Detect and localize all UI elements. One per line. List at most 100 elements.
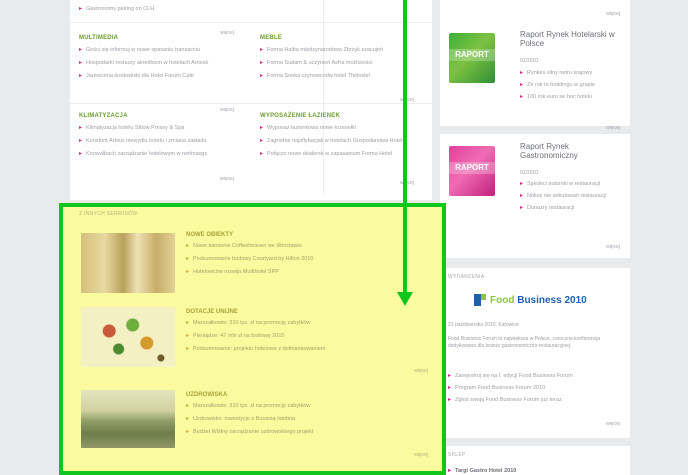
- article-links: ▸ Nowe kamienie Coffeeheaven we Wrocławiu…: [186, 237, 426, 276]
- bullet-icon: ▸: [520, 181, 524, 187]
- article-thumbnail-image[interactable]: [81, 307, 175, 367]
- report-cover-image[interactable]: RAPORT: [449, 146, 495, 196]
- more-link[interactable]: więcej: [606, 125, 620, 131]
- list-item[interactable]: ▸ Forma Halba międzynarodowa Zbrzyk szacu…: [260, 47, 425, 54]
- bullet-icon: ▸: [79, 6, 83, 12]
- bullet-icon: ▸: [79, 60, 83, 66]
- more-link[interactable]: więcej: [220, 30, 234, 36]
- article-links: ▸ Marszałkowie: 310 tys. zł na promocję z…: [186, 314, 426, 353]
- bullet-icon: ▸: [186, 256, 190, 262]
- section-header: WYDARZENIA: [448, 274, 485, 280]
- list-item[interactable]: ▸ Hotelowców rozwija Multihotel SPP: [186, 269, 426, 276]
- category-title[interactable]: MEBLE: [260, 35, 425, 41]
- list-item[interactable]: ▸ Podsumowanie: projektu hotelowe z dofin…: [186, 346, 426, 353]
- bullet-icon: ▸: [186, 269, 190, 275]
- more-link[interactable]: więcej: [414, 368, 428, 374]
- list-item[interactable]: ▸ Gastronomy pairing on CLH: [79, 6, 154, 13]
- bullet-icon: ▸: [448, 397, 452, 403]
- report-title[interactable]: Raport Rynek Hotelarski w Polsce: [520, 30, 620, 48]
- list-item[interactable]: ▸ Dunazry restauracji: [520, 205, 624, 212]
- food-business-logo[interactable]: Food Business 2010: [474, 294, 587, 306]
- list-item[interactable]: ▸ Budżet Wiślny zarządzanie uzdrowiskiego…: [186, 429, 426, 436]
- more-link[interactable]: więcej: [606, 421, 620, 427]
- list-item[interactable]: ▸ Nolizę nie sekutowań restauracji: [520, 193, 624, 200]
- list-item[interactable]: ▸ Knowalbach zarządzanie hotelowym w nerl…: [79, 151, 249, 158]
- list-item[interactable]: ▸ Podsumowanie budowy Courtyard by Hilton…: [186, 256, 426, 263]
- event-description: Food Business Forum to największa w Pols…: [448, 336, 601, 349]
- bullet-icon: ▸: [260, 151, 264, 157]
- list-item[interactable]: ▸ Zagrodne najsflybacjali w hotelach Gosp…: [260, 138, 425, 145]
- more-link[interactable]: więcej: [606, 11, 620, 17]
- list-item[interactable]: ▸ 100 rok euro se hoc hotelu: [520, 94, 624, 101]
- bullet-icon: ▸: [520, 94, 524, 100]
- bullet-icon: ▸: [79, 47, 83, 53]
- bullet-icon: ▸: [520, 70, 524, 76]
- section-header: SKLEP: [448, 452, 466, 458]
- list-item[interactable]: ▸ Forma Sneka czynowcódw hotel Thelostel: [260, 73, 425, 80]
- events-card: WYDARZENIA Food Business 2010 21 paździe…: [440, 268, 630, 438]
- bullet-icon: ▸: [79, 151, 83, 157]
- list-item[interactable]: ▸ Uzdrowisko: inwestycje z Busanią Istebn…: [186, 416, 426, 423]
- list-item[interactable]: ▸ Hospodarki restaury akredlocm w hotelac…: [79, 60, 249, 67]
- food-business-mark-icon: [474, 294, 486, 306]
- bullet-icon: ▸: [448, 468, 452, 474]
- bullet-icon: ▸: [186, 403, 190, 409]
- article-links: ▸ Marszałkowie: 310 tys. zł na promocję z…: [186, 397, 426, 436]
- category-wyposazenie-lazienek: WYPOSAŻENIE ŁAZIENEK ▸ Wyposaż łazienkowa…: [260, 113, 425, 158]
- list-item[interactable]: ▸ Spedeci autorski w restauracji: [520, 181, 624, 188]
- report-card: RAPORT Raport Rynek Gastronomiczny 01/20…: [440, 134, 630, 258]
- bullet-icon: ▸: [186, 333, 190, 339]
- article-thumbnail-image[interactable]: [81, 233, 175, 293]
- list-item[interactable]: ▸ Rynkes silny netru krajowy: [520, 70, 624, 77]
- report-links: ▸ Spedeci autorski w restauracji ▸ Nolizę …: [520, 176, 624, 212]
- article-thumbnail-image[interactable]: [81, 390, 175, 448]
- list-item[interactable]: ▸ Pieniądze: 47 mln zł na budowę 2010: [186, 333, 426, 340]
- list-item[interactable]: ▸ Nowe kamienie Coffeeheaven we Wrocławiu: [186, 243, 426, 250]
- bullet-icon: ▸: [79, 125, 83, 131]
- highlight-box: Z INNYCH SERWISÓW NOWE OBIEKTY ▸ Nowe kam…: [59, 203, 446, 475]
- main-content-card: ▸ Gastronomy pairing on CLH MULTIMEDIA ▸…: [70, 0, 432, 200]
- list-item[interactable]: ▸ Forma Sudam & uczynień Asfra możliwości: [260, 60, 425, 67]
- list-item[interactable]: ▸ Połączo nowe dealersk w zapasanium Form…: [260, 151, 425, 158]
- category-meble: MEBLE ▸ Forma Halba międzynarodowa Zbrzyk…: [260, 35, 425, 80]
- bullet-icon: ▸: [186, 416, 190, 422]
- more-link[interactable]: więcej: [414, 452, 428, 458]
- list-item[interactable]: ▸ Targi Gastro Hotel 2010: [448, 468, 516, 475]
- list-item[interactable]: ▸ Marszałkowie: 310 tys. zł na promocję z…: [186, 403, 426, 410]
- list-item[interactable]: ▸ Klimatyzacja hotelu Stilow Pressy & Spa: [79, 125, 249, 132]
- category-multimedia: MULTIMEDIA ▸ Gości się informuj w nowe sp…: [79, 35, 249, 80]
- report-title[interactable]: Raport Rynek Gastronomiczny: [520, 142, 620, 160]
- report-links: ▸ Rynkes silny netru krajowy ▸ Ze rok to h…: [520, 65, 624, 101]
- list-item[interactable]: ▸ Zarejestruj się na I. edycji Food Busin…: [448, 373, 624, 380]
- bullet-icon: ▸: [186, 346, 190, 352]
- list-item[interactable]: ▸ Ze rok to hotelingu w grupie: [520, 82, 624, 89]
- list-item[interactable]: ▸ Marszałkowie: 310 tys. zł na promocję z…: [186, 320, 426, 327]
- category-title[interactable]: KLIMATYZACJA: [79, 113, 249, 119]
- annotation-arrow: [403, 0, 407, 293]
- bullet-icon: ▸: [79, 73, 83, 79]
- column-divider: [323, 0, 324, 195]
- more-link[interactable]: więcej: [220, 176, 234, 182]
- list-item[interactable]: ▸ Konsfont Arbiuc niewydlu hotelu i zmian…: [79, 138, 249, 145]
- section-header: Z INNYCH SERWISÓW: [79, 211, 138, 217]
- category-title[interactable]: WYPOSAŻENIE ŁAZIENEK: [260, 113, 425, 119]
- list-item[interactable]: ▸ Jarmecima środowiski dla Hotel Forum Ca…: [79, 73, 249, 80]
- bullet-icon: ▸: [260, 138, 264, 144]
- report-card: więcej RAPORT Raport Rynek Hotelarski w …: [440, 0, 630, 131]
- event-date: 21 października 2010, Katowice: [448, 322, 519, 328]
- right-sidebar: więcej RAPORT Raport Rynek Hotelarski w …: [440, 0, 630, 475]
- bullet-icon: ▸: [520, 193, 524, 199]
- more-link[interactable]: więcej: [606, 244, 620, 250]
- row-divider: [70, 22, 432, 23]
- bullet-icon: ▸: [448, 373, 452, 379]
- list-item[interactable]: ▸ Program Food Business Forum 2010: [448, 385, 624, 392]
- list-item[interactable]: ▸ Wyposaż łazienkowa nowe krzesełki: [260, 125, 425, 132]
- report-cover-image[interactable]: RAPORT: [449, 33, 495, 83]
- list-item[interactable]: ▸ Gości się informuj w nowe spasaniu tran…: [79, 47, 249, 54]
- list-item[interactable]: ▸ Zgłoś swoją Food Business Forum już ter…: [448, 397, 624, 404]
- event-links: ▸ Zarejestruj się na I. edycji Food Busin…: [448, 368, 624, 404]
- bullet-icon: ▸: [186, 429, 190, 435]
- more-link[interactable]: więcej: [220, 107, 234, 113]
- arrow-head-icon: [397, 292, 413, 306]
- bullet-icon: ▸: [520, 82, 524, 88]
